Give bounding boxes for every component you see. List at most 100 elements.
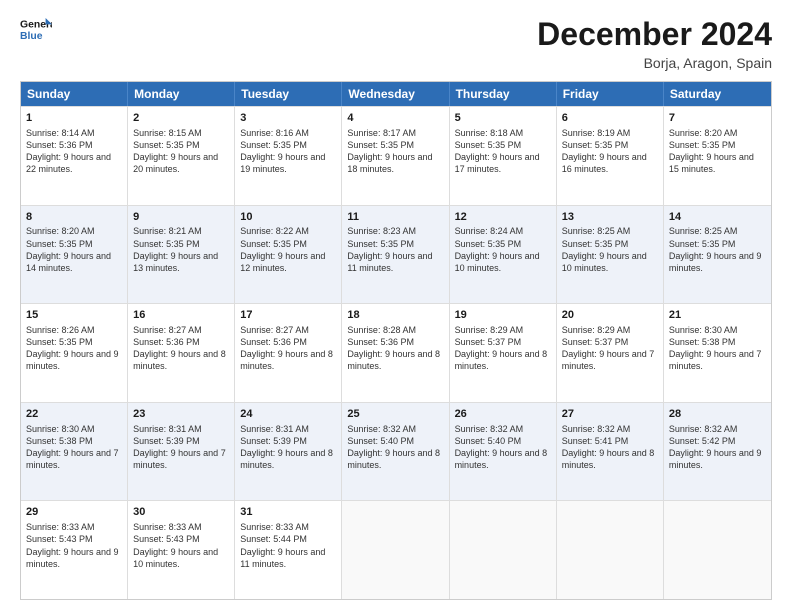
day-num: 10 bbox=[240, 210, 336, 225]
sunrise-text: Sunrise: 8:30 AM bbox=[26, 424, 95, 434]
sunset-text: Sunset: 5:38 PM bbox=[26, 436, 93, 446]
cell-4-tue: 24 Sunrise: 8:31 AM Sunset: 5:39 PM Dayl… bbox=[235, 403, 342, 501]
daylight-text: Daylight: 9 hours and 11 minutes. bbox=[347, 251, 432, 273]
day-num: 21 bbox=[669, 308, 766, 323]
sunrise-text: Sunrise: 8:28 AM bbox=[347, 325, 416, 335]
daylight-text: Daylight: 9 hours and 7 minutes. bbox=[562, 349, 655, 371]
cell-1-mon: 2 Sunrise: 8:15 AM Sunset: 5:35 PM Dayli… bbox=[128, 107, 235, 205]
sunset-text: Sunset: 5:35 PM bbox=[133, 239, 200, 249]
daylight-text: Daylight: 9 hours and 10 minutes. bbox=[455, 251, 540, 273]
sunset-text: Sunset: 5:44 PM bbox=[240, 534, 307, 544]
day-num: 31 bbox=[240, 505, 336, 520]
daylight-text: Daylight: 9 hours and 18 minutes. bbox=[347, 152, 432, 174]
day-num: 16 bbox=[133, 308, 229, 323]
day-num: 19 bbox=[455, 308, 551, 323]
sunrise-text: Sunrise: 8:33 AM bbox=[26, 522, 95, 532]
daylight-text: Daylight: 9 hours and 8 minutes. bbox=[562, 448, 655, 470]
daylight-text: Daylight: 9 hours and 14 minutes. bbox=[26, 251, 111, 273]
sunset-text: Sunset: 5:35 PM bbox=[669, 239, 736, 249]
cal-row-1: 1 Sunrise: 8:14 AM Sunset: 5:36 PM Dayli… bbox=[21, 106, 771, 205]
day-num: 9 bbox=[133, 210, 229, 225]
day-num: 25 bbox=[347, 407, 443, 422]
daylight-text: Daylight: 9 hours and 8 minutes. bbox=[455, 349, 548, 371]
day-num: 7 bbox=[669, 111, 766, 126]
sunrise-text: Sunrise: 8:32 AM bbox=[347, 424, 416, 434]
cal-row-5: 29 Sunrise: 8:33 AM Sunset: 5:43 PM Dayl… bbox=[21, 500, 771, 599]
daylight-text: Daylight: 9 hours and 10 minutes. bbox=[133, 547, 218, 569]
sunset-text: Sunset: 5:35 PM bbox=[26, 239, 93, 249]
header-thursday: Thursday bbox=[450, 82, 557, 106]
sunset-text: Sunset: 5:39 PM bbox=[240, 436, 307, 446]
daylight-text: Daylight: 9 hours and 7 minutes. bbox=[669, 349, 762, 371]
daylight-text: Daylight: 9 hours and 9 minutes. bbox=[26, 547, 119, 569]
main-title: December 2024 bbox=[537, 16, 772, 53]
sunrise-text: Sunrise: 8:33 AM bbox=[133, 522, 202, 532]
daylight-text: Daylight: 9 hours and 9 minutes. bbox=[669, 251, 762, 273]
cell-4-sun: 22 Sunrise: 8:30 AM Sunset: 5:38 PM Dayl… bbox=[21, 403, 128, 501]
cal-row-2: 8 Sunrise: 8:20 AM Sunset: 5:35 PM Dayli… bbox=[21, 205, 771, 304]
sunrise-text: Sunrise: 8:31 AM bbox=[240, 424, 309, 434]
header-wednesday: Wednesday bbox=[342, 82, 449, 106]
title-block: December 2024 Borja, Aragon, Spain bbox=[537, 16, 772, 71]
sunset-text: Sunset: 5:37 PM bbox=[562, 337, 629, 347]
day-num: 18 bbox=[347, 308, 443, 323]
header-monday: Monday bbox=[128, 82, 235, 106]
daylight-text: Daylight: 9 hours and 22 minutes. bbox=[26, 152, 111, 174]
sunrise-text: Sunrise: 8:22 AM bbox=[240, 226, 309, 236]
cell-5-mon: 30 Sunrise: 8:33 AM Sunset: 5:43 PM Dayl… bbox=[128, 501, 235, 599]
cell-3-thu: 19 Sunrise: 8:29 AM Sunset: 5:37 PM Dayl… bbox=[450, 304, 557, 402]
daylight-text: Daylight: 9 hours and 7 minutes. bbox=[26, 448, 119, 470]
sunset-text: Sunset: 5:35 PM bbox=[133, 140, 200, 150]
sunrise-text: Sunrise: 8:27 AM bbox=[240, 325, 309, 335]
cell-2-sat: 14 Sunrise: 8:25 AM Sunset: 5:35 PM Dayl… bbox=[664, 206, 771, 304]
cal-row-4: 22 Sunrise: 8:30 AM Sunset: 5:38 PM Dayl… bbox=[21, 402, 771, 501]
day-num: 26 bbox=[455, 407, 551, 422]
daylight-text: Daylight: 9 hours and 12 minutes. bbox=[240, 251, 325, 273]
sunset-text: Sunset: 5:43 PM bbox=[133, 534, 200, 544]
cell-1-wed: 4 Sunrise: 8:17 AM Sunset: 5:35 PM Dayli… bbox=[342, 107, 449, 205]
sunset-text: Sunset: 5:41 PM bbox=[562, 436, 629, 446]
day-num: 28 bbox=[669, 407, 766, 422]
cell-2-thu: 12 Sunrise: 8:24 AM Sunset: 5:35 PM Dayl… bbox=[450, 206, 557, 304]
day-num: 30 bbox=[133, 505, 229, 520]
day-num: 11 bbox=[347, 210, 443, 225]
sunset-text: Sunset: 5:36 PM bbox=[347, 337, 414, 347]
sunrise-text: Sunrise: 8:29 AM bbox=[562, 325, 631, 335]
header-tuesday: Tuesday bbox=[235, 82, 342, 106]
day-num: 14 bbox=[669, 210, 766, 225]
day-num: 4 bbox=[347, 111, 443, 126]
logo: General Blue bbox=[20, 16, 52, 44]
daylight-text: Daylight: 9 hours and 16 minutes. bbox=[562, 152, 647, 174]
daylight-text: Daylight: 9 hours and 7 minutes. bbox=[133, 448, 226, 470]
cell-4-sat: 28 Sunrise: 8:32 AM Sunset: 5:42 PM Dayl… bbox=[664, 403, 771, 501]
cell-5-wed-empty bbox=[342, 501, 449, 599]
header: General Blue December 2024 Borja, Aragon… bbox=[20, 16, 772, 71]
sunset-text: Sunset: 5:39 PM bbox=[133, 436, 200, 446]
cell-5-sat-empty bbox=[664, 501, 771, 599]
daylight-text: Daylight: 9 hours and 8 minutes. bbox=[240, 349, 333, 371]
sunset-text: Sunset: 5:35 PM bbox=[347, 239, 414, 249]
calendar: Sunday Monday Tuesday Wednesday Thursday… bbox=[20, 81, 772, 600]
daylight-text: Daylight: 9 hours and 19 minutes. bbox=[240, 152, 325, 174]
cell-3-sat: 21 Sunrise: 8:30 AM Sunset: 5:38 PM Dayl… bbox=[664, 304, 771, 402]
cell-2-tue: 10 Sunrise: 8:22 AM Sunset: 5:35 PM Dayl… bbox=[235, 206, 342, 304]
header-friday: Friday bbox=[557, 82, 664, 106]
sunrise-text: Sunrise: 8:16 AM bbox=[240, 128, 309, 138]
cell-5-thu-empty bbox=[450, 501, 557, 599]
sunset-text: Sunset: 5:35 PM bbox=[26, 337, 93, 347]
logo-icon: General Blue bbox=[20, 16, 52, 44]
sunset-text: Sunset: 5:36 PM bbox=[133, 337, 200, 347]
cell-4-wed: 25 Sunrise: 8:32 AM Sunset: 5:40 PM Dayl… bbox=[342, 403, 449, 501]
day-num: 20 bbox=[562, 308, 658, 323]
cell-1-fri: 6 Sunrise: 8:19 AM Sunset: 5:35 PM Dayli… bbox=[557, 107, 664, 205]
header-sunday: Sunday bbox=[21, 82, 128, 106]
sunrise-text: Sunrise: 8:32 AM bbox=[455, 424, 524, 434]
cell-5-sun: 29 Sunrise: 8:33 AM Sunset: 5:43 PM Dayl… bbox=[21, 501, 128, 599]
sunset-text: Sunset: 5:35 PM bbox=[347, 140, 414, 150]
sunset-text: Sunset: 5:35 PM bbox=[562, 239, 629, 249]
sunset-text: Sunset: 5:35 PM bbox=[562, 140, 629, 150]
sunset-text: Sunset: 5:37 PM bbox=[455, 337, 522, 347]
cell-2-wed: 11 Sunrise: 8:23 AM Sunset: 5:35 PM Dayl… bbox=[342, 206, 449, 304]
sunset-text: Sunset: 5:40 PM bbox=[455, 436, 522, 446]
daylight-text: Daylight: 9 hours and 10 minutes. bbox=[562, 251, 647, 273]
